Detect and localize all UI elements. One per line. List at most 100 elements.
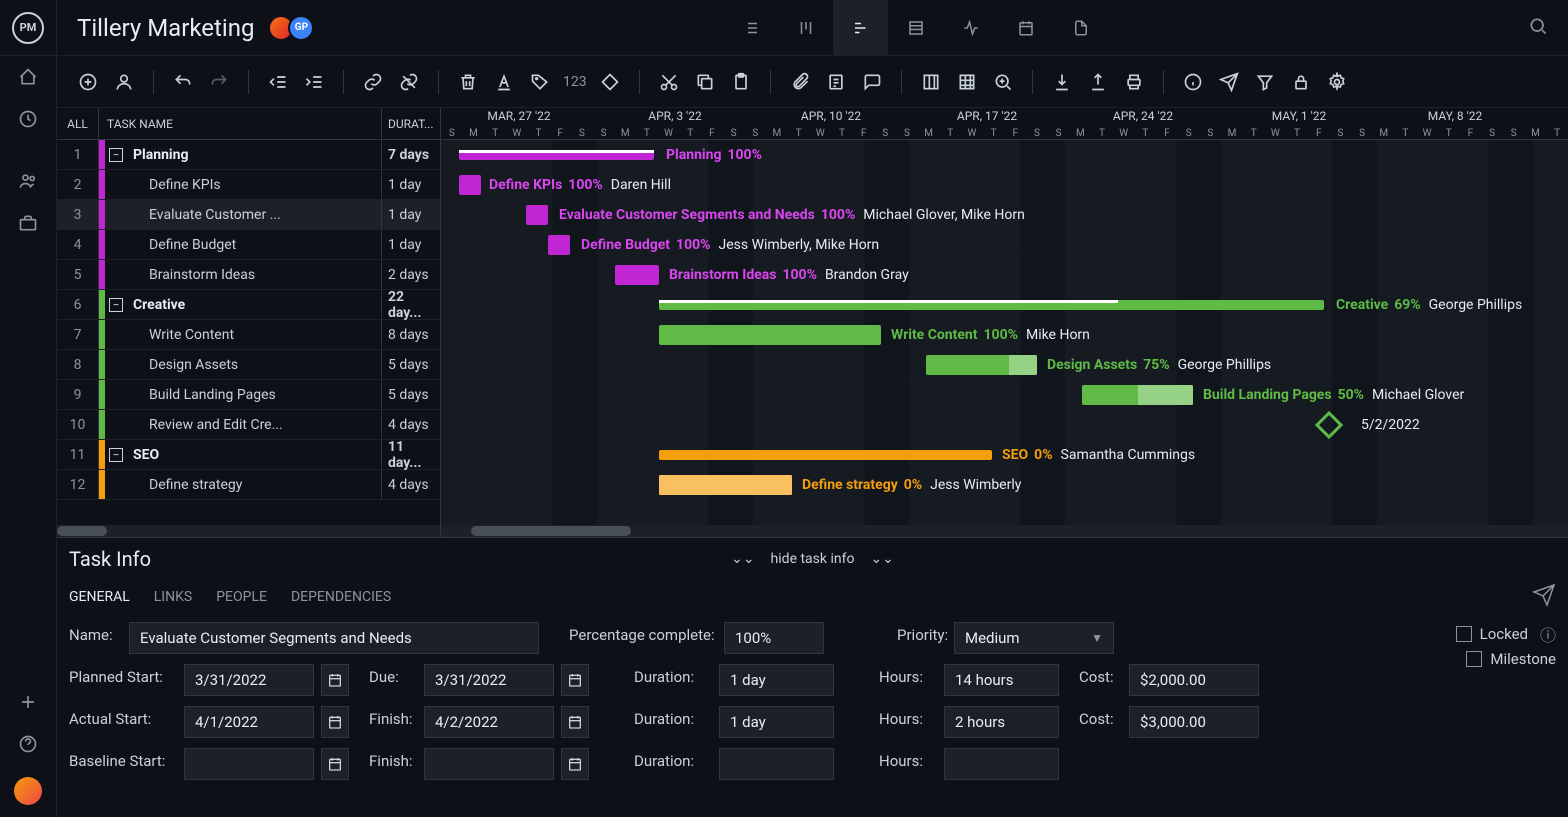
grid-hscroll[interactable] xyxy=(57,525,440,537)
calendar-icon[interactable] xyxy=(321,664,349,696)
import-icon[interactable] xyxy=(1045,65,1079,99)
unlink-icon[interactable] xyxy=(392,65,426,99)
settings-icon[interactable] xyxy=(1320,65,1354,99)
hours-input[interactable] xyxy=(944,748,1059,780)
filter-icon[interactable] xyxy=(1248,65,1282,99)
table-row[interactable]: 10Review and Edit Cre...4 days xyxy=(57,410,440,440)
table-row[interactable]: 5Brainstorm Ideas2 days xyxy=(57,260,440,290)
outdent-icon[interactable] xyxy=(261,65,295,99)
duration-input[interactable]: 1 day xyxy=(719,664,834,696)
gantt-bar[interactable] xyxy=(659,325,881,345)
plus-icon[interactable] xyxy=(0,681,57,723)
redo-icon[interactable] xyxy=(202,65,236,99)
table-row[interactable]: 8Design Assets5 days xyxy=(57,350,440,380)
gantt-bar[interactable] xyxy=(615,265,659,285)
text-color-icon[interactable] xyxy=(487,65,521,99)
clock-icon[interactable] xyxy=(0,98,57,140)
calendar-icon[interactable] xyxy=(561,706,589,738)
table-row[interactable]: 2Define KPIs1 day xyxy=(57,170,440,200)
gantt-bar[interactable] xyxy=(548,235,570,255)
due-input[interactable] xyxy=(424,748,554,780)
gantt-bar[interactable] xyxy=(1082,385,1193,405)
board-view-icon[interactable] xyxy=(778,0,833,56)
gantt-bar[interactable] xyxy=(459,150,654,160)
comment-icon[interactable] xyxy=(855,65,889,99)
info-icon[interactable] xyxy=(1176,65,1210,99)
tab-general[interactable]: GENERAL xyxy=(69,589,130,605)
gantt-hscroll[interactable] xyxy=(441,525,1568,537)
add-icon[interactable] xyxy=(71,65,105,99)
grid-icon[interactable] xyxy=(950,65,984,99)
calendar-icon[interactable] xyxy=(561,748,589,780)
export-icon[interactable] xyxy=(1081,65,1115,99)
tag-icon[interactable] xyxy=(523,65,557,99)
table-row[interactable]: 1−Planning7 days xyxy=(57,140,440,170)
table-row[interactable]: 11−SEO11 day... xyxy=(57,440,440,470)
columns-icon[interactable] xyxy=(914,65,948,99)
table-row[interactable]: 6−Creative22 day... xyxy=(57,290,440,320)
due-input[interactable]: 3/31/2022 xyxy=(424,664,554,696)
gantt-bar[interactable] xyxy=(526,205,548,225)
collapse-icon[interactable]: − xyxy=(109,148,123,162)
briefcase-icon[interactable] xyxy=(0,202,57,244)
member-avatars[interactable]: GP xyxy=(274,15,314,41)
milestone-checkbox[interactable] xyxy=(1466,651,1482,667)
hours-input[interactable]: 2 hours xyxy=(944,706,1059,738)
calendar-view-icon[interactable] xyxy=(998,0,1053,56)
user-avatar[interactable] xyxy=(14,777,42,805)
gantt-bar[interactable] xyxy=(459,175,481,195)
cost-input[interactable]: $2,000.00 xyxy=(1129,664,1259,696)
due-input[interactable]: 4/2/2022 xyxy=(424,706,554,738)
list-view-icon[interactable] xyxy=(723,0,778,56)
col-header-idx[interactable]: ALL xyxy=(57,108,99,139)
gantt-bar[interactable] xyxy=(659,475,792,495)
name-input[interactable]: Evaluate Customer Segments and Needs xyxy=(129,622,539,654)
priority-select[interactable]: Medium▼ xyxy=(954,622,1114,654)
tab-people[interactable]: PEOPLE xyxy=(216,589,267,605)
paste-icon[interactable] xyxy=(724,65,758,99)
info-icon[interactable]: ⓘ xyxy=(1540,622,1556,646)
milestone-diamond[interactable] xyxy=(1315,411,1343,439)
lock-icon[interactable] xyxy=(1284,65,1318,99)
gantt-bar[interactable] xyxy=(926,355,1037,375)
delete-icon[interactable] xyxy=(451,65,485,99)
zoom-icon[interactable] xyxy=(986,65,1020,99)
table-row[interactable]: 7Write Content8 days xyxy=(57,320,440,350)
note-icon[interactable] xyxy=(819,65,853,99)
tab-dependencies[interactable]: DEPENDENCIES xyxy=(291,589,391,605)
table-row[interactable]: 3Evaluate Customer ...1 day xyxy=(57,200,440,230)
planned_start-input[interactable]: 4/1/2022 xyxy=(184,706,314,738)
gantt-bar[interactable] xyxy=(659,300,1324,310)
calendar-icon[interactable] xyxy=(321,706,349,738)
duration-input[interactable] xyxy=(719,748,834,780)
assign-icon[interactable] xyxy=(107,65,141,99)
paper-plane-icon[interactable] xyxy=(1532,583,1556,611)
search-icon[interactable] xyxy=(1528,16,1548,40)
copy-icon[interactable] xyxy=(688,65,722,99)
sheet-view-icon[interactable] xyxy=(888,0,943,56)
activity-view-icon[interactable] xyxy=(943,0,998,56)
table-row[interactable]: 12Define strategy4 days xyxy=(57,470,440,500)
app-logo[interactable]: PM xyxy=(0,0,57,56)
locked-checkbox[interactable] xyxy=(1456,626,1472,642)
files-view-icon[interactable] xyxy=(1053,0,1108,56)
table-row[interactable]: 9Build Landing Pages5 days xyxy=(57,380,440,410)
duration-input[interactable]: 1 day xyxy=(719,706,834,738)
table-row[interactable]: 4Define Budget1 day xyxy=(57,230,440,260)
col-header-name[interactable]: TASK NAME xyxy=(99,108,382,139)
link-icon[interactable] xyxy=(356,65,390,99)
gantt-bar[interactable] xyxy=(659,450,992,460)
pct-input[interactable]: 100% xyxy=(724,622,824,654)
gantt-view-icon[interactable] xyxy=(833,0,888,56)
home-icon[interactable] xyxy=(0,56,57,98)
hide-task-info[interactable]: ⌄⌄ hide task info ⌄⌄ xyxy=(731,551,894,567)
cost-input[interactable]: $3,000.00 xyxy=(1129,706,1259,738)
planned_start-input[interactable] xyxy=(184,748,314,780)
cut-icon[interactable] xyxy=(652,65,686,99)
attach-icon[interactable] xyxy=(783,65,817,99)
collapse-icon[interactable]: − xyxy=(109,448,123,462)
send-icon[interactable] xyxy=(1212,65,1246,99)
calendar-icon[interactable] xyxy=(561,664,589,696)
print-icon[interactable] xyxy=(1117,65,1151,99)
undo-icon[interactable] xyxy=(166,65,200,99)
